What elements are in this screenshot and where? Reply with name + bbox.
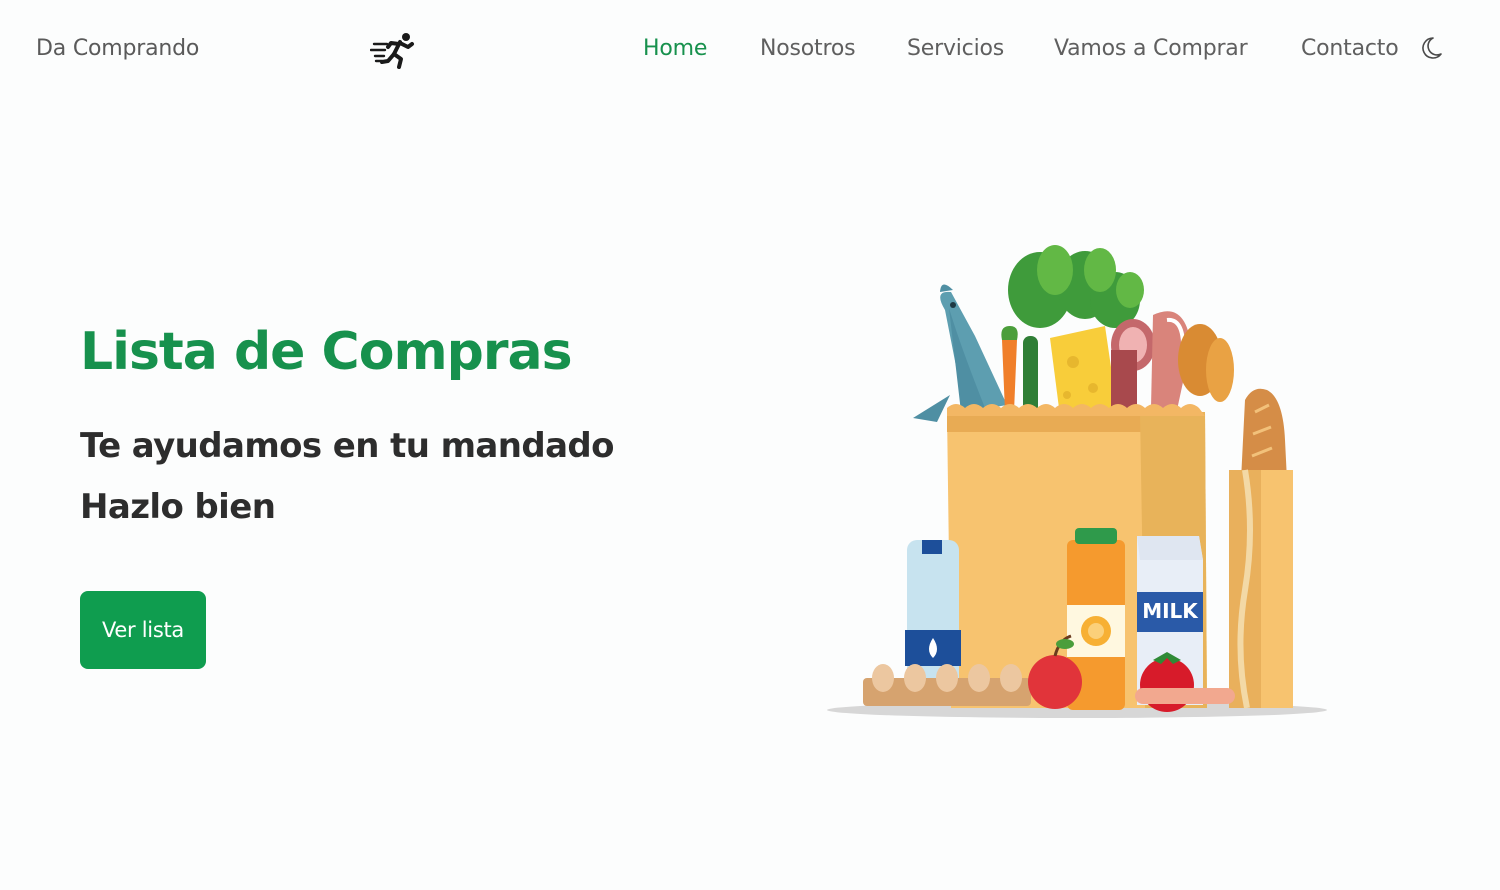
hero-title: Lista de Compras — [80, 322, 573, 382]
nav-link-nosotros[interactable]: Nosotros — [760, 36, 856, 61]
main-nav: Home Nosotros Servicios Vamos a Comprar … — [0, 36, 1500, 68]
milk-label: MILK — [1142, 599, 1199, 623]
nav-link-vamos-a-comprar[interactable]: Vamos a Comprar — [1054, 36, 1248, 61]
moon-icon[interactable] — [1421, 36, 1443, 60]
grocery-bag-illustration: MILK — [827, 245, 1327, 718]
nav-link-contacto[interactable]: Contacto — [1301, 36, 1399, 61]
nav-link-servicios[interactable]: Servicios — [907, 36, 1004, 61]
navbar: Da Comprando Home Nosotros Servicios Vam… — [0, 0, 1500, 100]
ver-lista-button[interactable]: Ver lista — [80, 591, 206, 669]
hero-subtitle: Te ayudamos en tu mandado — [80, 426, 615, 466]
hero-tagline: Hazlo bien — [80, 487, 276, 527]
nav-link-home[interactable]: Home — [643, 36, 707, 61]
